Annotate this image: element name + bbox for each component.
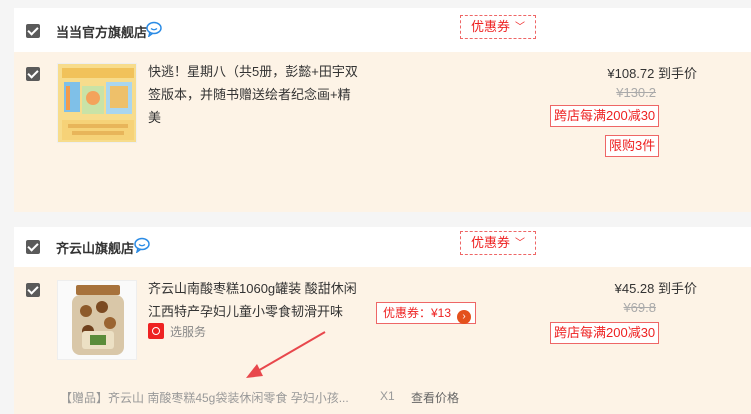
product-title[interactable]: 快逃！星期八（共5册，彭懿+田宇双 签版本，并随书赠送绘者纪念画+精美 <box>148 60 358 129</box>
product-image[interactable] <box>57 280 137 360</box>
shop-card-dangdang: 当当官方旗舰店 优惠券 ﹀ 快逃！星期八（共5册，彭懿+田宇双 签版本，并随书赠… <box>14 8 751 212</box>
gift-quantity: X1 <box>380 389 395 403</box>
item-coupon-label: 优惠券：¥13 <box>383 306 452 320</box>
service-label: 选服务 <box>170 325 207 339</box>
final-price: ¥108.72 到手价 <box>607 66 697 81</box>
cross-store-promo-tag: 跨店每满200减30 <box>550 322 660 344</box>
chevron-down-icon: ﹀ <box>515 22 526 33</box>
jar-product-illustration <box>58 281 136 359</box>
shop-card-qiyunshan: 齐云山旗舰店 优惠券 ﹀ 齐云山南酸枣糕1060g罐装 酸甜休闲 江西特产孕妇儿… <box>14 227 751 414</box>
book-cover-illustration <box>58 64 136 142</box>
gift-item[interactable]: 【赠品】齐云山 南酸枣糕45g袋装休闲零食 孕妇小孩... <box>60 389 349 406</box>
shop-name[interactable]: 当当官方旗舰店 <box>56 22 147 41</box>
view-price-link[interactable]: 查看价格 <box>411 389 459 406</box>
shop-select-checkbox[interactable] <box>26 24 40 38</box>
cross-store-promo-tag: 跨店每满200减30 <box>550 105 660 127</box>
product-image[interactable] <box>57 63 137 143</box>
service-icon <box>148 323 164 339</box>
purchase-limit-tag: 限购3件 <box>605 135 660 157</box>
item-coupon-button[interactable]: 优惠券：¥13 › <box>376 302 477 324</box>
product-title-line-1: 快逃！星期八（共5册，彭懿+田宇双 <box>148 64 358 79</box>
coupon-label: 优惠券 <box>471 19 511 34</box>
cart-item: 快逃！星期八（共5册，彭懿+田宇双 签版本，并随书赠送绘者纪念画+精美 ¥108… <box>14 52 751 212</box>
shop-select-checkbox[interactable] <box>26 240 40 254</box>
shop-coupon-button[interactable]: 优惠券 ﹀ <box>460 15 537 39</box>
original-price: ¥130.2 <box>616 85 656 100</box>
chevron-down-icon: ﹀ <box>515 238 526 249</box>
item-select-checkbox[interactable] <box>26 67 40 81</box>
product-title-line-1: 齐云山南酸枣糕1060g罐装 酸甜休闲 <box>148 281 357 296</box>
coupon-label: 优惠券 <box>471 235 511 250</box>
shop-header: 齐云山旗舰店 优惠券 ﹀ <box>14 227 751 267</box>
arrow-right-icon: › <box>457 310 472 324</box>
item-select-checkbox[interactable] <box>26 283 40 297</box>
chat-icon[interactable] <box>134 237 150 253</box>
final-price: ¥45.28 到手价 <box>614 281 697 296</box>
shop-name[interactable]: 齐云山旗舰店 <box>56 238 134 257</box>
cart-item: 齐云山南酸枣糕1060g罐装 酸甜休闲 江西特产孕妇儿童小零食韧滑开味 选服务 … <box>14 267 751 414</box>
product-title-line-2: 江西特产孕妇儿童小零食韧滑开味 <box>148 304 344 319</box>
select-service-link[interactable]: 选服务 <box>148 323 206 340</box>
product-title-line-2: 签版本，并随书赠送绘者纪念画+精美 <box>148 87 351 125</box>
original-price: ¥69.8 <box>623 300 656 315</box>
cart-page: 当当官方旗舰店 优惠券 ﹀ 快逃！星期八（共5册，彭懿+田宇双 签版本，并随书赠… <box>0 0 751 414</box>
product-title[interactable]: 齐云山南酸枣糕1060g罐装 酸甜休闲 江西特产孕妇儿童小零食韧滑开味 <box>148 277 363 323</box>
chat-icon[interactable] <box>146 21 162 37</box>
shop-header: 当当官方旗舰店 优惠券 ﹀ <box>14 8 751 48</box>
shop-coupon-button[interactable]: 优惠券 ﹀ <box>460 231 537 255</box>
